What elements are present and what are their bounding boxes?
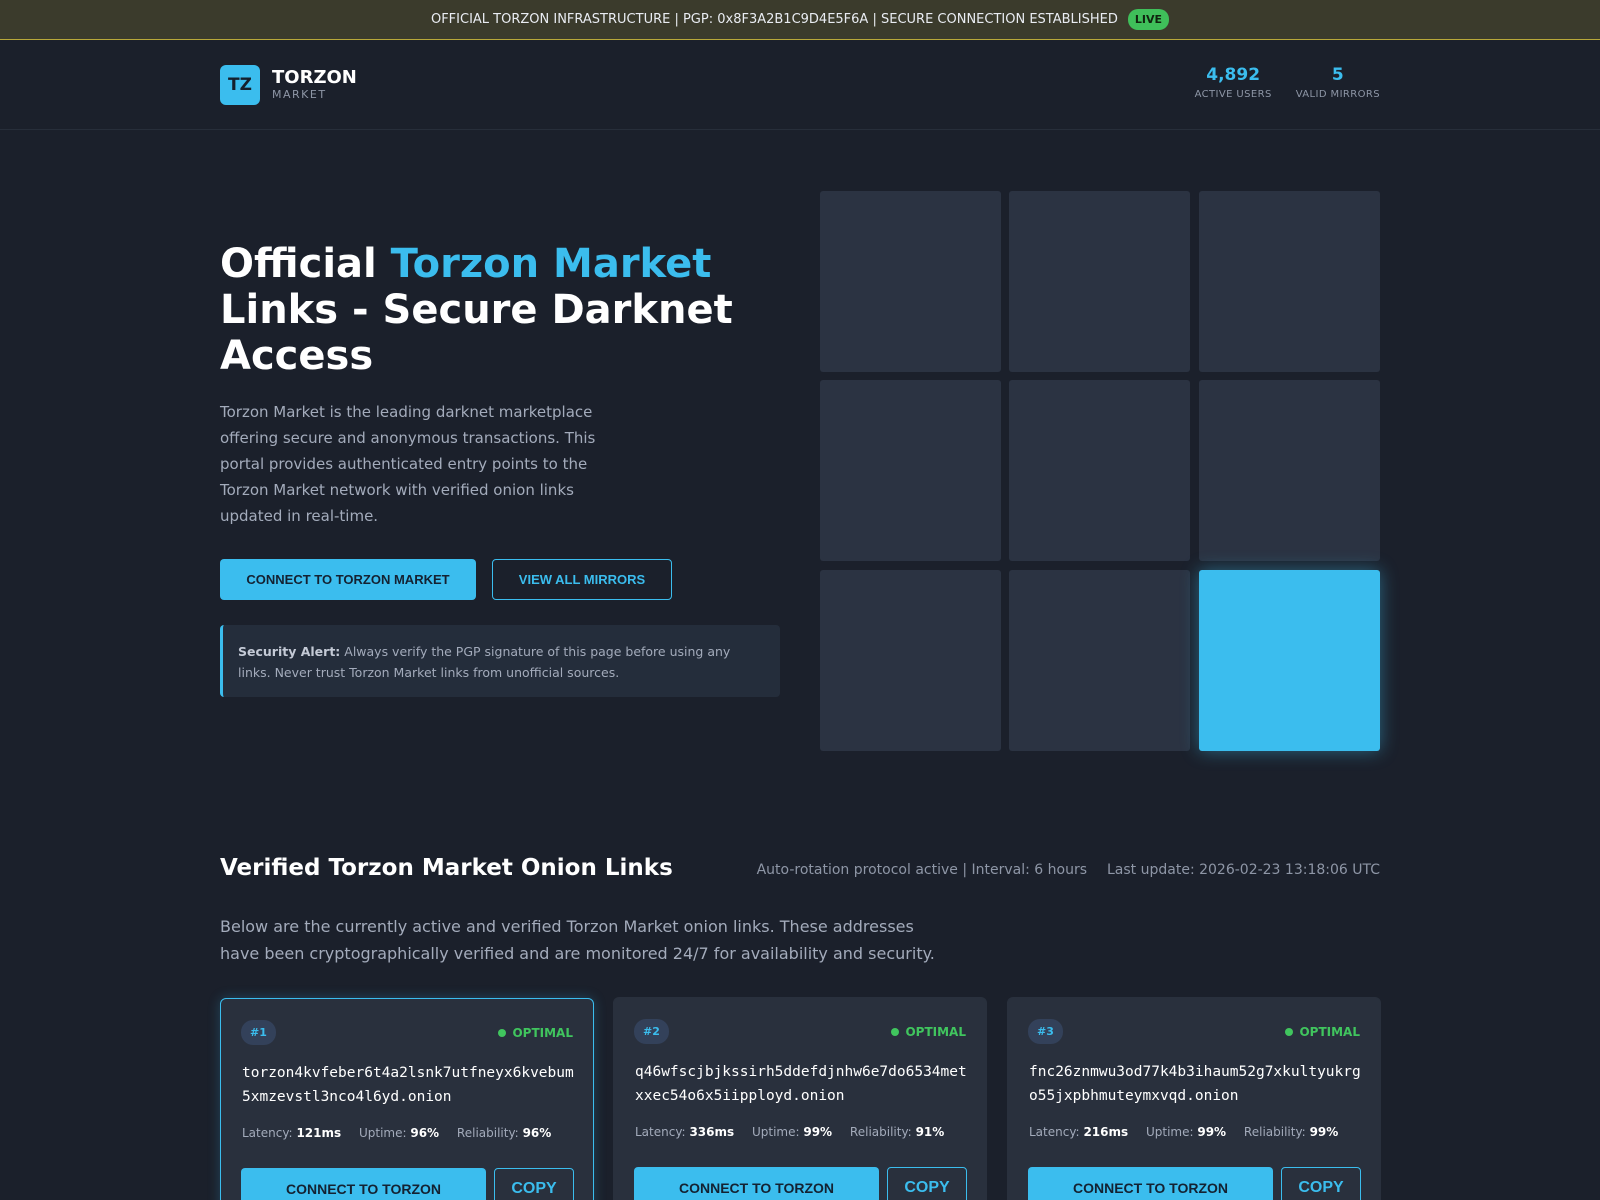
security-alert: Security Alert: Always verify the PGP si… bbox=[220, 625, 780, 697]
grid-tile bbox=[1199, 570, 1380, 751]
copy-link-button[interactable]: COPY bbox=[494, 1168, 574, 1200]
logo-subtitle: MARKET bbox=[272, 88, 327, 101]
latency-label: Latency: bbox=[242, 1126, 293, 1140]
rotation-status: Auto-rotation protocol active | Interval… bbox=[756, 862, 1087, 878]
status-text: OPTIMAL bbox=[512, 1026, 573, 1040]
grid-tile bbox=[820, 380, 1001, 561]
reliability-label: Reliability: bbox=[849, 1125, 912, 1139]
onion-link-card[interactable]: #3 OPTIMAL fnc26znmwu3od77k4b3ihaum52g7x… bbox=[1007, 997, 1381, 1200]
uptime-label: Uptime: bbox=[358, 1126, 407, 1140]
hero-title-end: Links - Secure Darknet Access bbox=[220, 287, 733, 379]
card-number-badge: #2 bbox=[634, 1019, 669, 1044]
copy-link-button[interactable]: COPY bbox=[1281, 1167, 1361, 1200]
grid-tile bbox=[1009, 191, 1190, 372]
hero-description: Torzon Market is the leading darknet mar… bbox=[220, 403, 596, 525]
card-number-badge: #3 bbox=[1028, 1019, 1063, 1044]
onion-address[interactable]: torzon4kvfeber6t4a2lsnk7utfneyx6kvebum5x… bbox=[242, 1061, 576, 1109]
reliability-label: Reliability: bbox=[1243, 1125, 1306, 1139]
grid-tile bbox=[1199, 191, 1380, 372]
uptime-value: 99% bbox=[803, 1125, 833, 1139]
status-indicator: OPTIMAL bbox=[1285, 1025, 1360, 1039]
stat-value: 4,892 bbox=[1206, 65, 1261, 85]
uptime-value: 99% bbox=[1197, 1125, 1227, 1139]
view-mirrors-button[interactable]: VIEW ALL MIRRORS bbox=[492, 559, 672, 600]
stat-valid-mirrors: 5 VALID MIRRORS bbox=[1296, 63, 1380, 100]
hero-title-accent: Torzon Market bbox=[390, 241, 712, 287]
card-number-badge: #1 bbox=[241, 1020, 276, 1045]
grid-tile bbox=[1009, 570, 1190, 751]
onion-link-card[interactable]: #2 OPTIMAL q46wfscjbjkssirh5ddefdjnhw6e7… bbox=[613, 997, 987, 1200]
hero-title-start: Official bbox=[220, 241, 391, 287]
copy-link-button[interactable]: COPY bbox=[887, 1167, 967, 1200]
section-meta: Auto-rotation protocol active | Interval… bbox=[757, 862, 1380, 878]
status-indicator: OPTIMAL bbox=[498, 1026, 573, 1040]
last-update: Last update: 2026-02-23 13:18:06 UTC bbox=[1107, 862, 1380, 878]
site-header: TZ TORZON MARKET 4,892 ACTIVE USERS 5 VA… bbox=[0, 40, 1600, 130]
connect-link-button[interactable]: CONNECT TO TORZON bbox=[1028, 1167, 1273, 1200]
alert-label: Security Alert: bbox=[238, 644, 341, 659]
status-text: OPTIMAL bbox=[905, 1025, 966, 1039]
latency-value: 336ms bbox=[689, 1125, 735, 1139]
site-logo[interactable]: TZ TORZON MARKET bbox=[220, 65, 357, 105]
reliability-value: 96% bbox=[522, 1126, 552, 1140]
link-metrics: Latency: 121ms Uptime: 96% Reliability: … bbox=[242, 1126, 551, 1140]
grid-tile bbox=[820, 570, 1001, 751]
onion-address[interactable]: q46wfscjbjkssirh5ddefdjnhw6e7do6534metxx… bbox=[635, 1060, 969, 1108]
logo-name: TORZON bbox=[272, 67, 357, 88]
latency-value: 121ms bbox=[296, 1126, 342, 1140]
link-metrics: Latency: 336ms Uptime: 99% Reliability: … bbox=[635, 1125, 944, 1139]
stat-label: VALID MIRRORS bbox=[1295, 89, 1380, 100]
logo-mark: TZ bbox=[220, 65, 260, 105]
stat-label: ACTIVE USERS bbox=[1194, 89, 1272, 100]
status-indicator: OPTIMAL bbox=[891, 1025, 966, 1039]
latency-label: Latency: bbox=[635, 1125, 686, 1139]
grid-tile bbox=[820, 191, 1001, 372]
status-dot-icon bbox=[498, 1029, 507, 1037]
grid-tile bbox=[1009, 380, 1190, 561]
uptime-value: 96% bbox=[410, 1126, 440, 1140]
grid-tile bbox=[1199, 380, 1380, 561]
onion-link-card[interactable]: #1 OPTIMAL torzon4kvfeber6t4a2lsnk7utfne… bbox=[220, 998, 594, 1200]
status-dot-icon bbox=[1285, 1028, 1294, 1036]
decorative-tile-grid bbox=[820, 191, 1380, 751]
top-announcement-banner: OFFICIAL TORZON INFRASTRUCTURE | PGP: 0x… bbox=[0, 0, 1600, 40]
onion-address[interactable]: fnc26znmwu3od77k4b3ihaum52g7xkultyukrgo5… bbox=[1029, 1060, 1363, 1108]
stat-value: 5 bbox=[1331, 65, 1344, 85]
section-title: Verified Torzon Market Onion Links bbox=[220, 855, 673, 881]
status-text: OPTIMAL bbox=[1299, 1025, 1360, 1039]
connect-link-button[interactable]: CONNECT TO TORZON bbox=[241, 1168, 486, 1200]
latency-label: Latency: bbox=[1029, 1125, 1080, 1139]
status-dot-icon bbox=[891, 1028, 900, 1036]
section-description: Below are the currently active and verif… bbox=[220, 917, 935, 963]
uptime-label: Uptime: bbox=[751, 1125, 800, 1139]
connect-link-button[interactable]: CONNECT TO TORZON bbox=[634, 1167, 879, 1200]
link-metrics: Latency: 216ms Uptime: 99% Reliability: … bbox=[1029, 1125, 1338, 1139]
hero-title: Official Torzon Market Links - Secure Da… bbox=[220, 241, 740, 379]
uptime-label: Uptime: bbox=[1145, 1125, 1194, 1139]
reliability-value: 99% bbox=[1309, 1125, 1339, 1139]
stat-active-users: 4,892 ACTIVE USERS bbox=[1195, 63, 1272, 100]
latency-value: 216ms bbox=[1083, 1125, 1129, 1139]
live-badge: LIVE bbox=[1127, 9, 1170, 30]
header-stats: 4,892 ACTIVE USERS 5 VALID MIRRORS bbox=[1171, 63, 1380, 100]
reliability-value: 91% bbox=[915, 1125, 945, 1139]
banner-text: OFFICIAL TORZON INFRASTRUCTURE | PGP: 0x… bbox=[430, 12, 1118, 27]
reliability-label: Reliability: bbox=[456, 1126, 519, 1140]
connect-market-button[interactable]: CONNECT TO TORZON MARKET bbox=[220, 559, 476, 600]
